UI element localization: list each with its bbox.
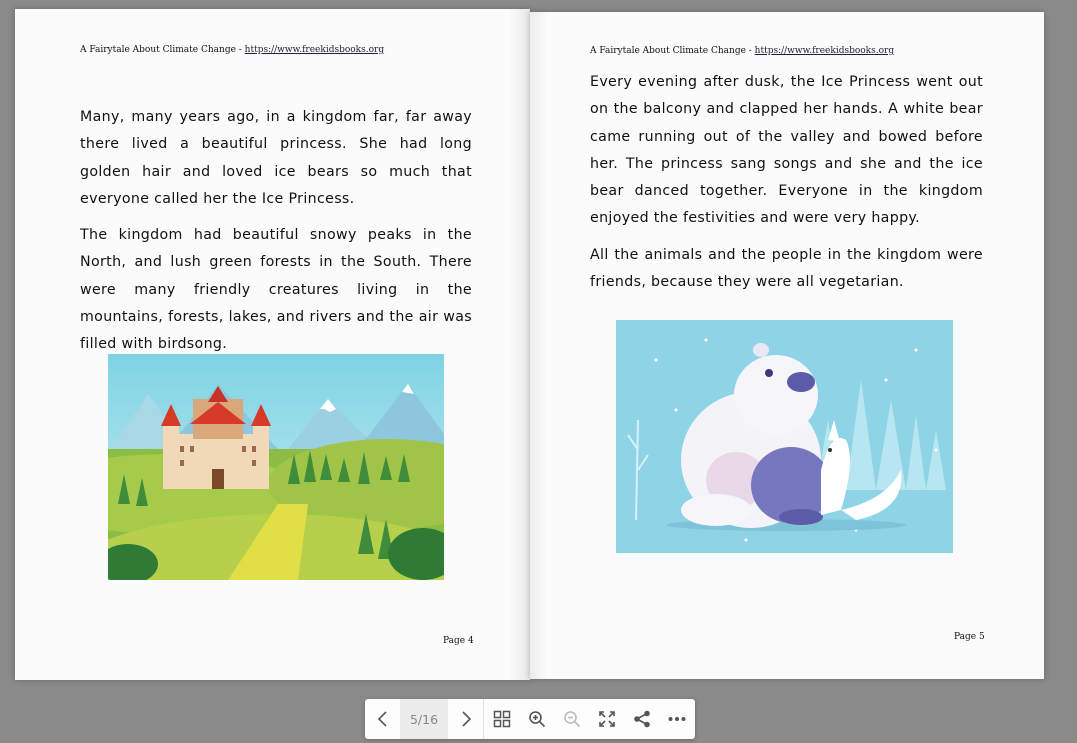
more-icon: [668, 717, 685, 721]
running-head: A Fairytale About Climate Change - https…: [80, 45, 384, 55]
paragraph: The kingdom had beautiful snowy peaks in…: [80, 227, 472, 353]
chevron-right-icon: [461, 711, 471, 727]
paragraph: Many, many years ago, in a kingdom far, …: [80, 109, 472, 207]
page-number: Page 5: [954, 632, 985, 642]
freekidsbooks-link[interactable]: https://www.freekidsbooks.org: [755, 46, 894, 56]
running-head-title: A Fairytale About Climate Change -: [80, 45, 245, 55]
running-head-title: A Fairytale About Climate Change -: [590, 46, 755, 56]
next-page-button[interactable]: [448, 699, 483, 739]
running-head: A Fairytale About Climate Change - https…: [590, 46, 894, 56]
page-body-text: Every evening after dusk, the Ice Prince…: [590, 69, 983, 305]
chevron-left-icon: [377, 711, 387, 727]
fullscreen-button[interactable]: [589, 699, 624, 739]
left-page: A Fairytale About Climate Change - https…: [15, 9, 530, 680]
page-body-text: Many, many years ago, in a kingdom far, …: [80, 104, 472, 368]
fullscreen-icon: [598, 711, 615, 727]
paragraph: All the animals and the people in the ki…: [590, 246, 983, 291]
previous-page-button[interactable]: [365, 699, 400, 739]
zoom-in-icon: [528, 711, 545, 728]
thumbnails-button[interactable]: [484, 699, 519, 739]
page-indicator[interactable]: 5/16: [400, 699, 448, 739]
freekidsbooks-link[interactable]: https://www.freekidsbooks.org: [245, 45, 384, 55]
share-button[interactable]: [624, 699, 659, 739]
grid-icon: [493, 710, 510, 728]
right-page: A Fairytale About Climate Change - https…: [530, 12, 1044, 679]
zoom-in-button[interactable]: [519, 699, 554, 739]
zoom-out-icon: [563, 711, 580, 728]
share-icon: [633, 710, 650, 728]
castle-illustration: [108, 354, 444, 580]
zoom-out-button[interactable]: [554, 699, 589, 739]
polar-bear-illustration: [616, 320, 953, 553]
paragraph: Every evening after dusk, the Ice Prince…: [590, 74, 983, 227]
page-number: Page 4: [443, 636, 474, 646]
more-options-button[interactable]: [659, 699, 694, 739]
viewer-toolbar: 5/16: [365, 699, 695, 739]
